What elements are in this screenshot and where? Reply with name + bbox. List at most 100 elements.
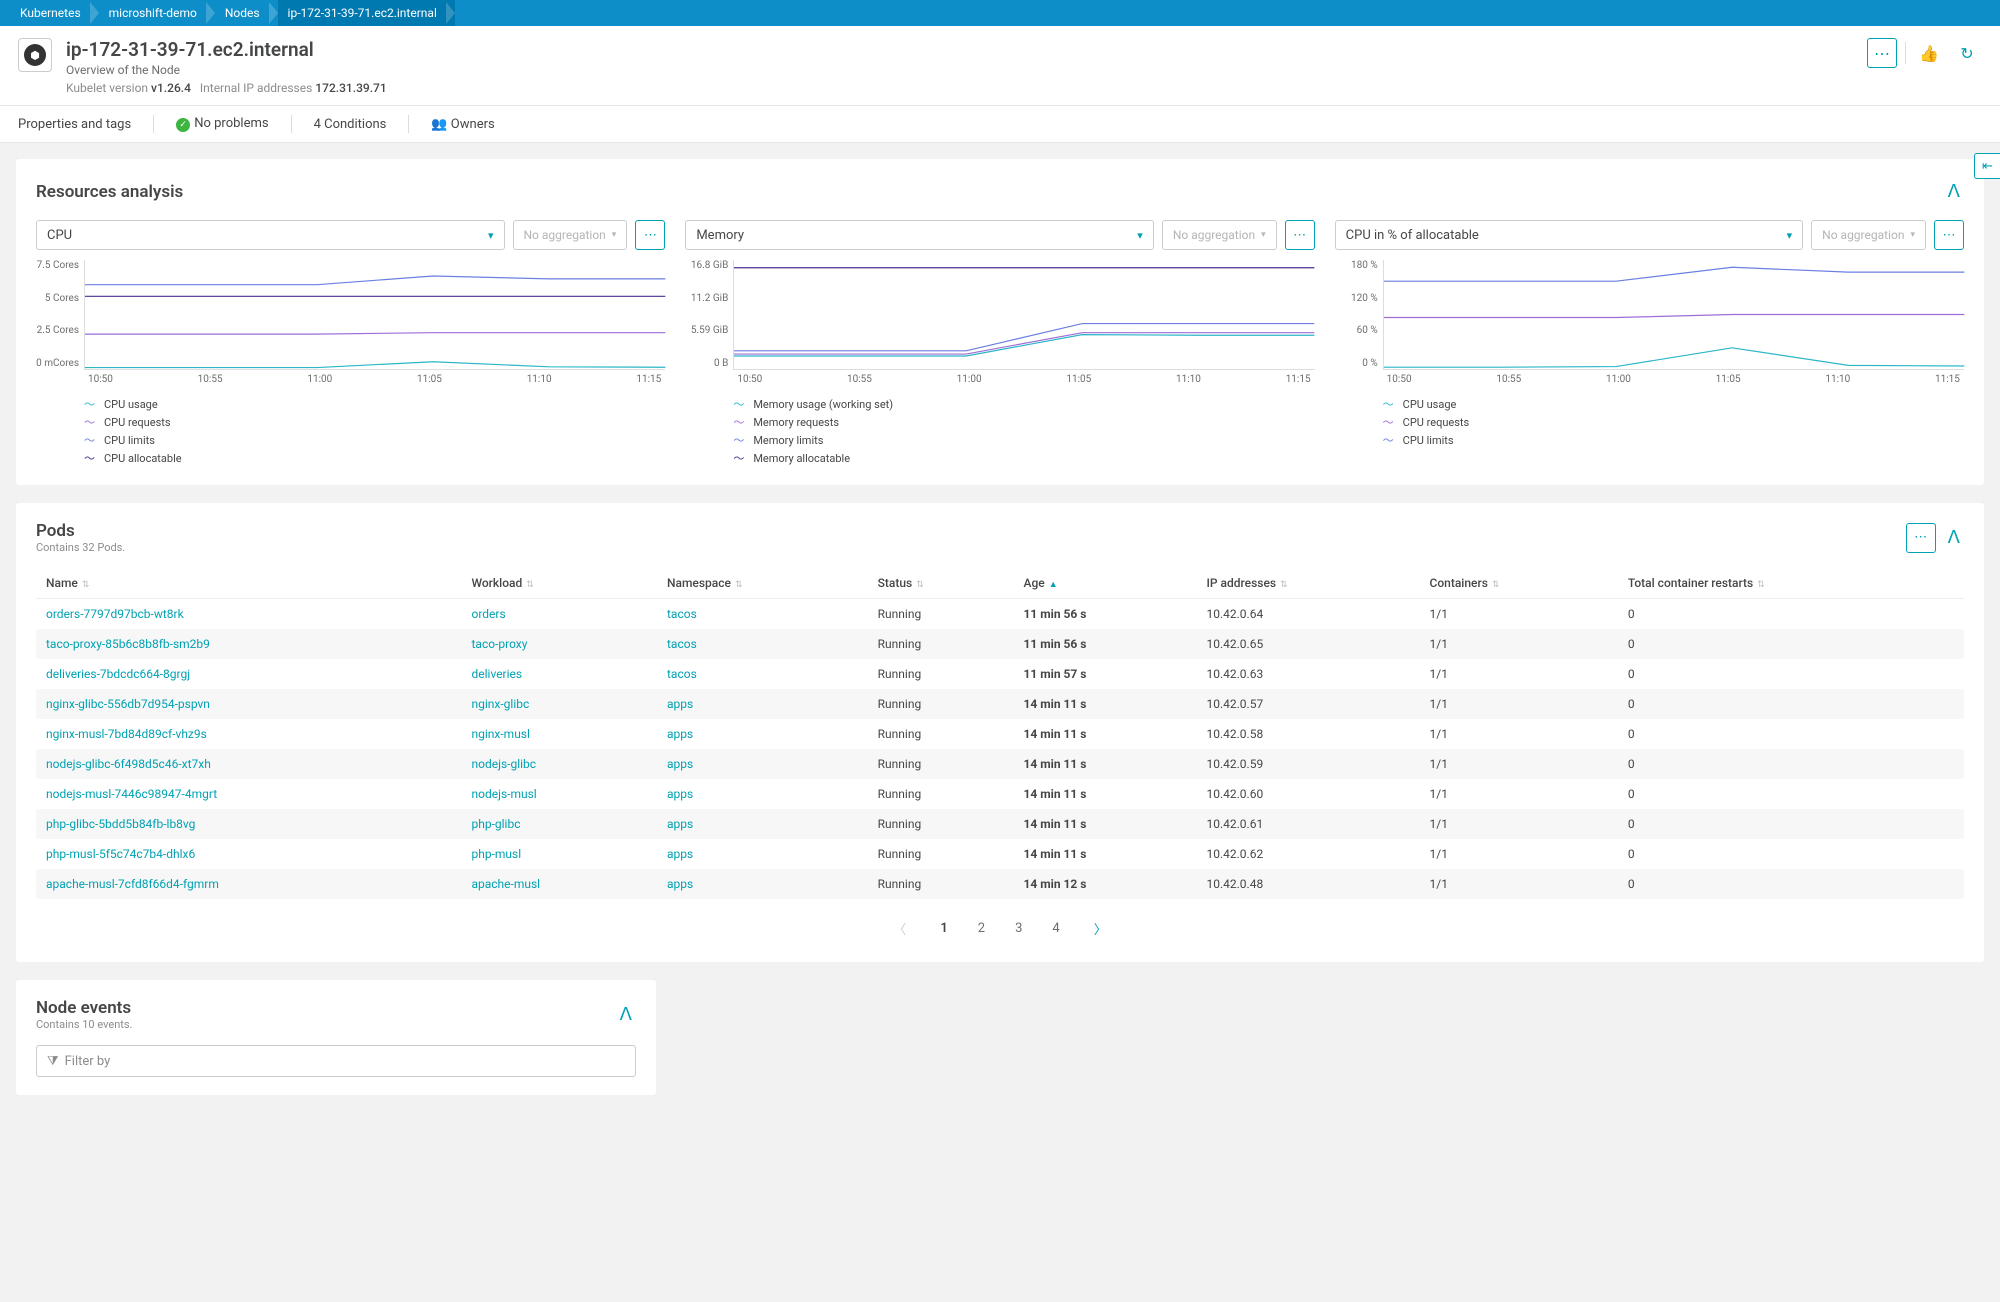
events-subtitle: Contains 10 events.	[36, 1018, 132, 1031]
workload-link[interactable]: orders	[471, 607, 505, 621]
chart-select-2[interactable]: CPU in % of allocatable▾	[1335, 220, 1804, 250]
pod-link[interactable]: deliveries-7bdcdc664-8grgj	[46, 667, 190, 681]
table-row: nodejs-musl-7446c98947-4mgrt nodejs-musl a…	[36, 779, 1964, 809]
pod-link[interactable]: nginx-musl-7bd84d89cf-vhz9s	[46, 727, 207, 741]
crumb-kubernetes[interactable]: Kubernetes	[10, 0, 99, 26]
column-header[interactable]: Total container restarts⇅	[1618, 568, 1964, 599]
workload-link[interactable]: nodejs-musl	[471, 787, 536, 801]
properties-button[interactable]: Properties and tags	[18, 117, 131, 132]
pod-link[interactable]: orders-7797d97bcb-wt8rk	[46, 607, 184, 621]
legend-item[interactable]: 〜CPU allocatable	[84, 449, 665, 467]
conditions-button[interactable]: 4 Conditions	[314, 117, 387, 132]
chart-select-1[interactable]: Memory▾	[685, 220, 1154, 250]
more-menu-button[interactable]: ⋯	[1867, 38, 1897, 68]
column-header[interactable]: Name⇅	[36, 568, 461, 599]
namespace-link[interactable]: apps	[667, 877, 693, 891]
namespace-link[interactable]: tacos	[667, 637, 697, 651]
workload-link[interactable]: nodejs-glibc	[471, 757, 536, 771]
table-row: nginx-glibc-556db7d954-pspvn nginx-glibc a…	[36, 689, 1964, 719]
table-row: nginx-musl-7bd84d89cf-vhz9s nginx-musl app…	[36, 719, 1964, 749]
chart-0: CPU▾No aggregation▾⋯7.5 Cores5 Cores2.5 …	[36, 220, 665, 467]
pager-prev[interactable]: 〈	[885, 915, 914, 942]
namespace-link[interactable]: apps	[667, 757, 693, 771]
page-title: ip-172-31-39-71.ec2.internal	[66, 38, 387, 61]
info-bar: Properties and tags ✓No problems 4 Condi…	[0, 106, 2000, 143]
legend-item[interactable]: 〜Memory requests	[733, 413, 1314, 431]
column-header[interactable]: Namespace⇅	[657, 568, 868, 599]
namespace-link[interactable]: apps	[667, 817, 693, 831]
pods-subtitle: Contains 32 Pods.	[36, 541, 125, 554]
workload-link[interactable]: nginx-glibc	[471, 697, 529, 711]
page-number[interactable]: 4	[1044, 917, 1067, 940]
resources-collapse-button[interactable]: ᐱ	[1944, 177, 1964, 206]
pod-link[interactable]: nginx-glibc-556db7d954-pspvn	[46, 697, 210, 711]
chart-aggregation-2[interactable]: No aggregation▾	[1811, 220, 1926, 250]
resources-panel: Resources analysis ᐱ CPU▾No aggregation▾…	[16, 159, 1984, 485]
page-number[interactable]: 1	[932, 917, 955, 940]
check-icon: ✓	[176, 118, 190, 132]
workload-link[interactable]: deliveries	[471, 667, 522, 681]
chart-menu-0[interactable]: ⋯	[635, 220, 665, 250]
legend-item[interactable]: 〜Memory limits	[733, 431, 1314, 449]
legend-item[interactable]: 〜CPU usage	[1383, 395, 1964, 413]
workload-link[interactable]: php-glibc	[471, 817, 520, 831]
pod-link[interactable]: taco-proxy-85b6c8b8fb-sm2b9	[46, 637, 210, 651]
column-header[interactable]: IP addresses⇅	[1197, 568, 1420, 599]
table-row: php-glibc-5bdd5b84fb-lb8vgphp-glibcappsR…	[36, 809, 1964, 839]
table-row: taco-proxy-85b6c8b8fb-sm2b9 taco-proxy tac…	[36, 629, 1964, 659]
legend-item[interactable]: 〜CPU limits	[1383, 431, 1964, 449]
legend-item[interactable]: 〜Memory usage (working set)	[733, 395, 1314, 413]
workload-link[interactable]: apache-musl	[471, 877, 540, 891]
thumbs-up-button[interactable]: 👍	[1914, 38, 1944, 68]
pod-link[interactable]: apache-musl-7cfd8f66d4-fgmrm	[46, 877, 219, 891]
chart-menu-2[interactable]: ⋯	[1934, 220, 1964, 250]
legend-item[interactable]: 〜CPU requests	[1383, 413, 1964, 431]
table-row: deliveries-7bdcdc664-8grgj deliveries taco…	[36, 659, 1964, 689]
table-row: orders-7797d97bcb-wt8rkorderstacosRunnin…	[36, 599, 1964, 630]
crumb-nodes[interactable]: Nodes	[215, 0, 278, 26]
legend-item[interactable]: 〜CPU requests	[84, 413, 665, 431]
pods-panel: Pods Contains 32 Pods. ⋯ ᐱ Name⇅Workload…	[16, 503, 1984, 962]
legend-item[interactable]: 〜CPU limits	[84, 431, 665, 449]
namespace-link[interactable]: tacos	[667, 667, 697, 681]
column-header[interactable]: Age▲	[1014, 568, 1197, 599]
events-collapse-button[interactable]: ᐱ	[616, 1000, 636, 1029]
crumb-current: ip-172-31-39-71.ec2.internal	[278, 0, 455, 26]
refresh-button[interactable]: ↻	[1952, 38, 1982, 68]
chart-aggregation-1[interactable]: No aggregation▾	[1162, 220, 1277, 250]
owners-button[interactable]: 👥 Owners	[431, 117, 494, 132]
namespace-link[interactable]: tacos	[667, 607, 697, 621]
namespace-link[interactable]: apps	[667, 847, 693, 861]
pager-next[interactable]: 〉	[1086, 915, 1115, 942]
page-number[interactable]: 2	[970, 917, 993, 940]
column-header[interactable]: Containers⇅	[1420, 568, 1618, 599]
pod-link[interactable]: php-musl-5f5c74c7b4-dhlx6	[46, 847, 195, 861]
namespace-link[interactable]: apps	[667, 697, 693, 711]
collapse-sidebar-button[interactable]: ⇤	[1974, 153, 2000, 179]
health-status[interactable]: ✓No problems	[176, 116, 268, 132]
chart-menu-1[interactable]: ⋯	[1285, 220, 1315, 250]
pod-link[interactable]: nodejs-musl-7446c98947-4mgrt	[46, 787, 217, 801]
page-number[interactable]: 3	[1007, 917, 1030, 940]
pod-link[interactable]: nodejs-glibc-6f498d5c46-xt7xh	[46, 757, 211, 771]
column-header[interactable]: Status⇅	[868, 568, 1014, 599]
namespace-link[interactable]: apps	[667, 787, 693, 801]
events-filter-input[interactable]: ⧩ Filter by	[36, 1045, 636, 1077]
chart-aggregation-0[interactable]: No aggregation▾	[513, 220, 628, 250]
pager: 〈 1234 〉	[36, 913, 1964, 944]
workload-link[interactable]: php-musl	[471, 847, 521, 861]
chart-2: CPU in % of allocatable▾No aggregation▾ ⋯…	[1335, 220, 1964, 467]
workload-link[interactable]: taco-proxy	[471, 637, 527, 651]
crumb-cluster[interactable]: microshift-demo	[99, 0, 215, 26]
pod-link[interactable]: php-glibc-5bdd5b84fb-lb8vg	[46, 817, 195, 831]
workload-link[interactable]: nginx-musl	[471, 727, 529, 741]
pods-collapse-button[interactable]: ᐱ	[1944, 523, 1964, 552]
column-header[interactable]: Workload⇅	[461, 568, 657, 599]
chart-select-0[interactable]: CPU▾	[36, 220, 505, 250]
pods-menu-button[interactable]: ⋯	[1906, 523, 1936, 553]
breadcrumb: Kubernetes microshift-demo Nodes ip-172-…	[0, 0, 2000, 26]
legend-item[interactable]: 〜Memory allocatable	[733, 449, 1314, 467]
namespace-link[interactable]: apps	[667, 727, 693, 741]
table-row: nodejs-glibc-6f498d5c46-xt7xh nodejs-glib…	[36, 749, 1964, 779]
legend-item[interactable]: 〜CPU usage	[84, 395, 665, 413]
